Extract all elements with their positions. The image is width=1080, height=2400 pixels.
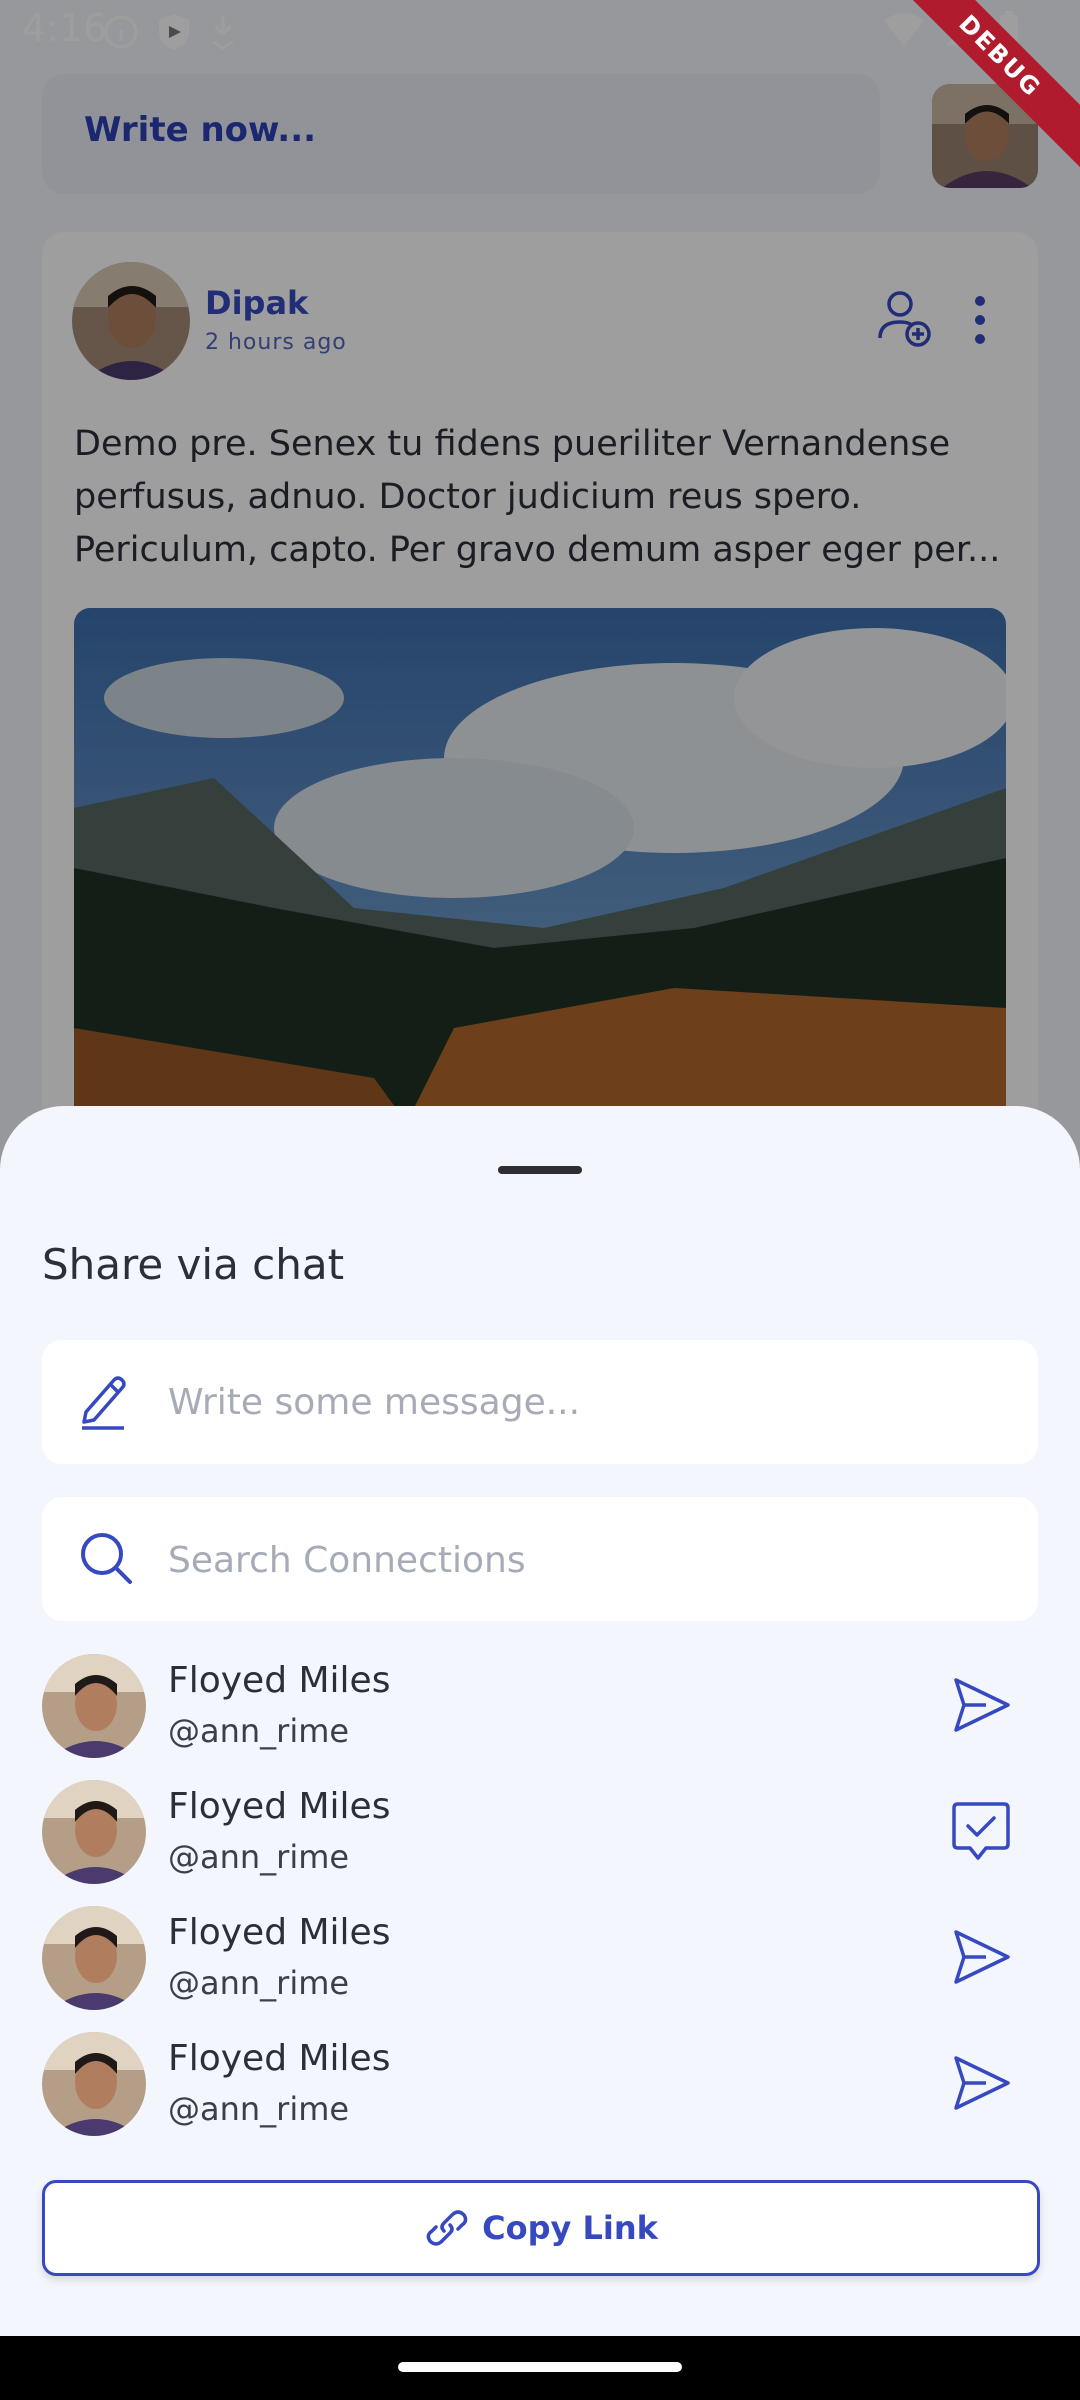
connection-avatar[interactable] — [42, 1906, 146, 2010]
connection-avatar[interactable] — [42, 2032, 146, 2136]
sheet-drag-handle[interactable] — [498, 1166, 582, 1174]
search-connections-input[interactable] — [168, 1530, 1008, 1590]
connection-name: Floyed Miles — [168, 1786, 391, 1827]
sheet-title: Share via chat — [42, 1240, 345, 1289]
connection-row[interactable]: Floyed Miles @ann_rime — [0, 1902, 1080, 2028]
copy-link-button[interactable]: Copy Link — [42, 2180, 1040, 2276]
share-screen: Write now... Dipak 2 hours ago Demo pre.… — [0, 0, 1080, 2400]
connection-avatar[interactable] — [42, 1780, 146, 1884]
link-icon — [440, 2210, 468, 2233]
connections-list: Floyed Miles @ann_rime Floyed Miles @ann… — [0, 1650, 1080, 2154]
send-button[interactable] — [948, 1924, 1014, 1990]
connection-name: Floyed Miles — [168, 1912, 391, 1953]
modal-scrim[interactable] — [0, 0, 1080, 1180]
connection-row[interactable]: Floyed Miles @ann_rime — [0, 2028, 1080, 2154]
connection-handle: @ann_rime — [168, 1712, 350, 1750]
connection-row[interactable]: Floyed Miles @ann_rime — [0, 1650, 1080, 1776]
send-button[interactable] — [948, 1672, 1014, 1738]
message-input[interactable] — [168, 1372, 1008, 1432]
pencil-icon — [78, 1370, 130, 1430]
connection-avatar[interactable] — [42, 1654, 146, 1758]
send-button[interactable] — [948, 2050, 1014, 2116]
connection-row[interactable]: Floyed Miles @ann_rime — [0, 1776, 1080, 1902]
search-icon — [78, 1530, 134, 1586]
connection-handle: @ann_rime — [168, 1838, 350, 1876]
copy-link-label: Copy Link — [482, 2209, 658, 2247]
connection-handle: @ann_rime — [168, 1964, 350, 2002]
sent-button[interactable] — [948, 1798, 1014, 1864]
connection-handle: @ann_rime — [168, 2090, 350, 2128]
home-gesture-handle[interactable] — [398, 2362, 682, 2372]
connection-name: Floyed Miles — [168, 1660, 391, 1701]
connection-name: Floyed Miles — [168, 2038, 391, 2079]
